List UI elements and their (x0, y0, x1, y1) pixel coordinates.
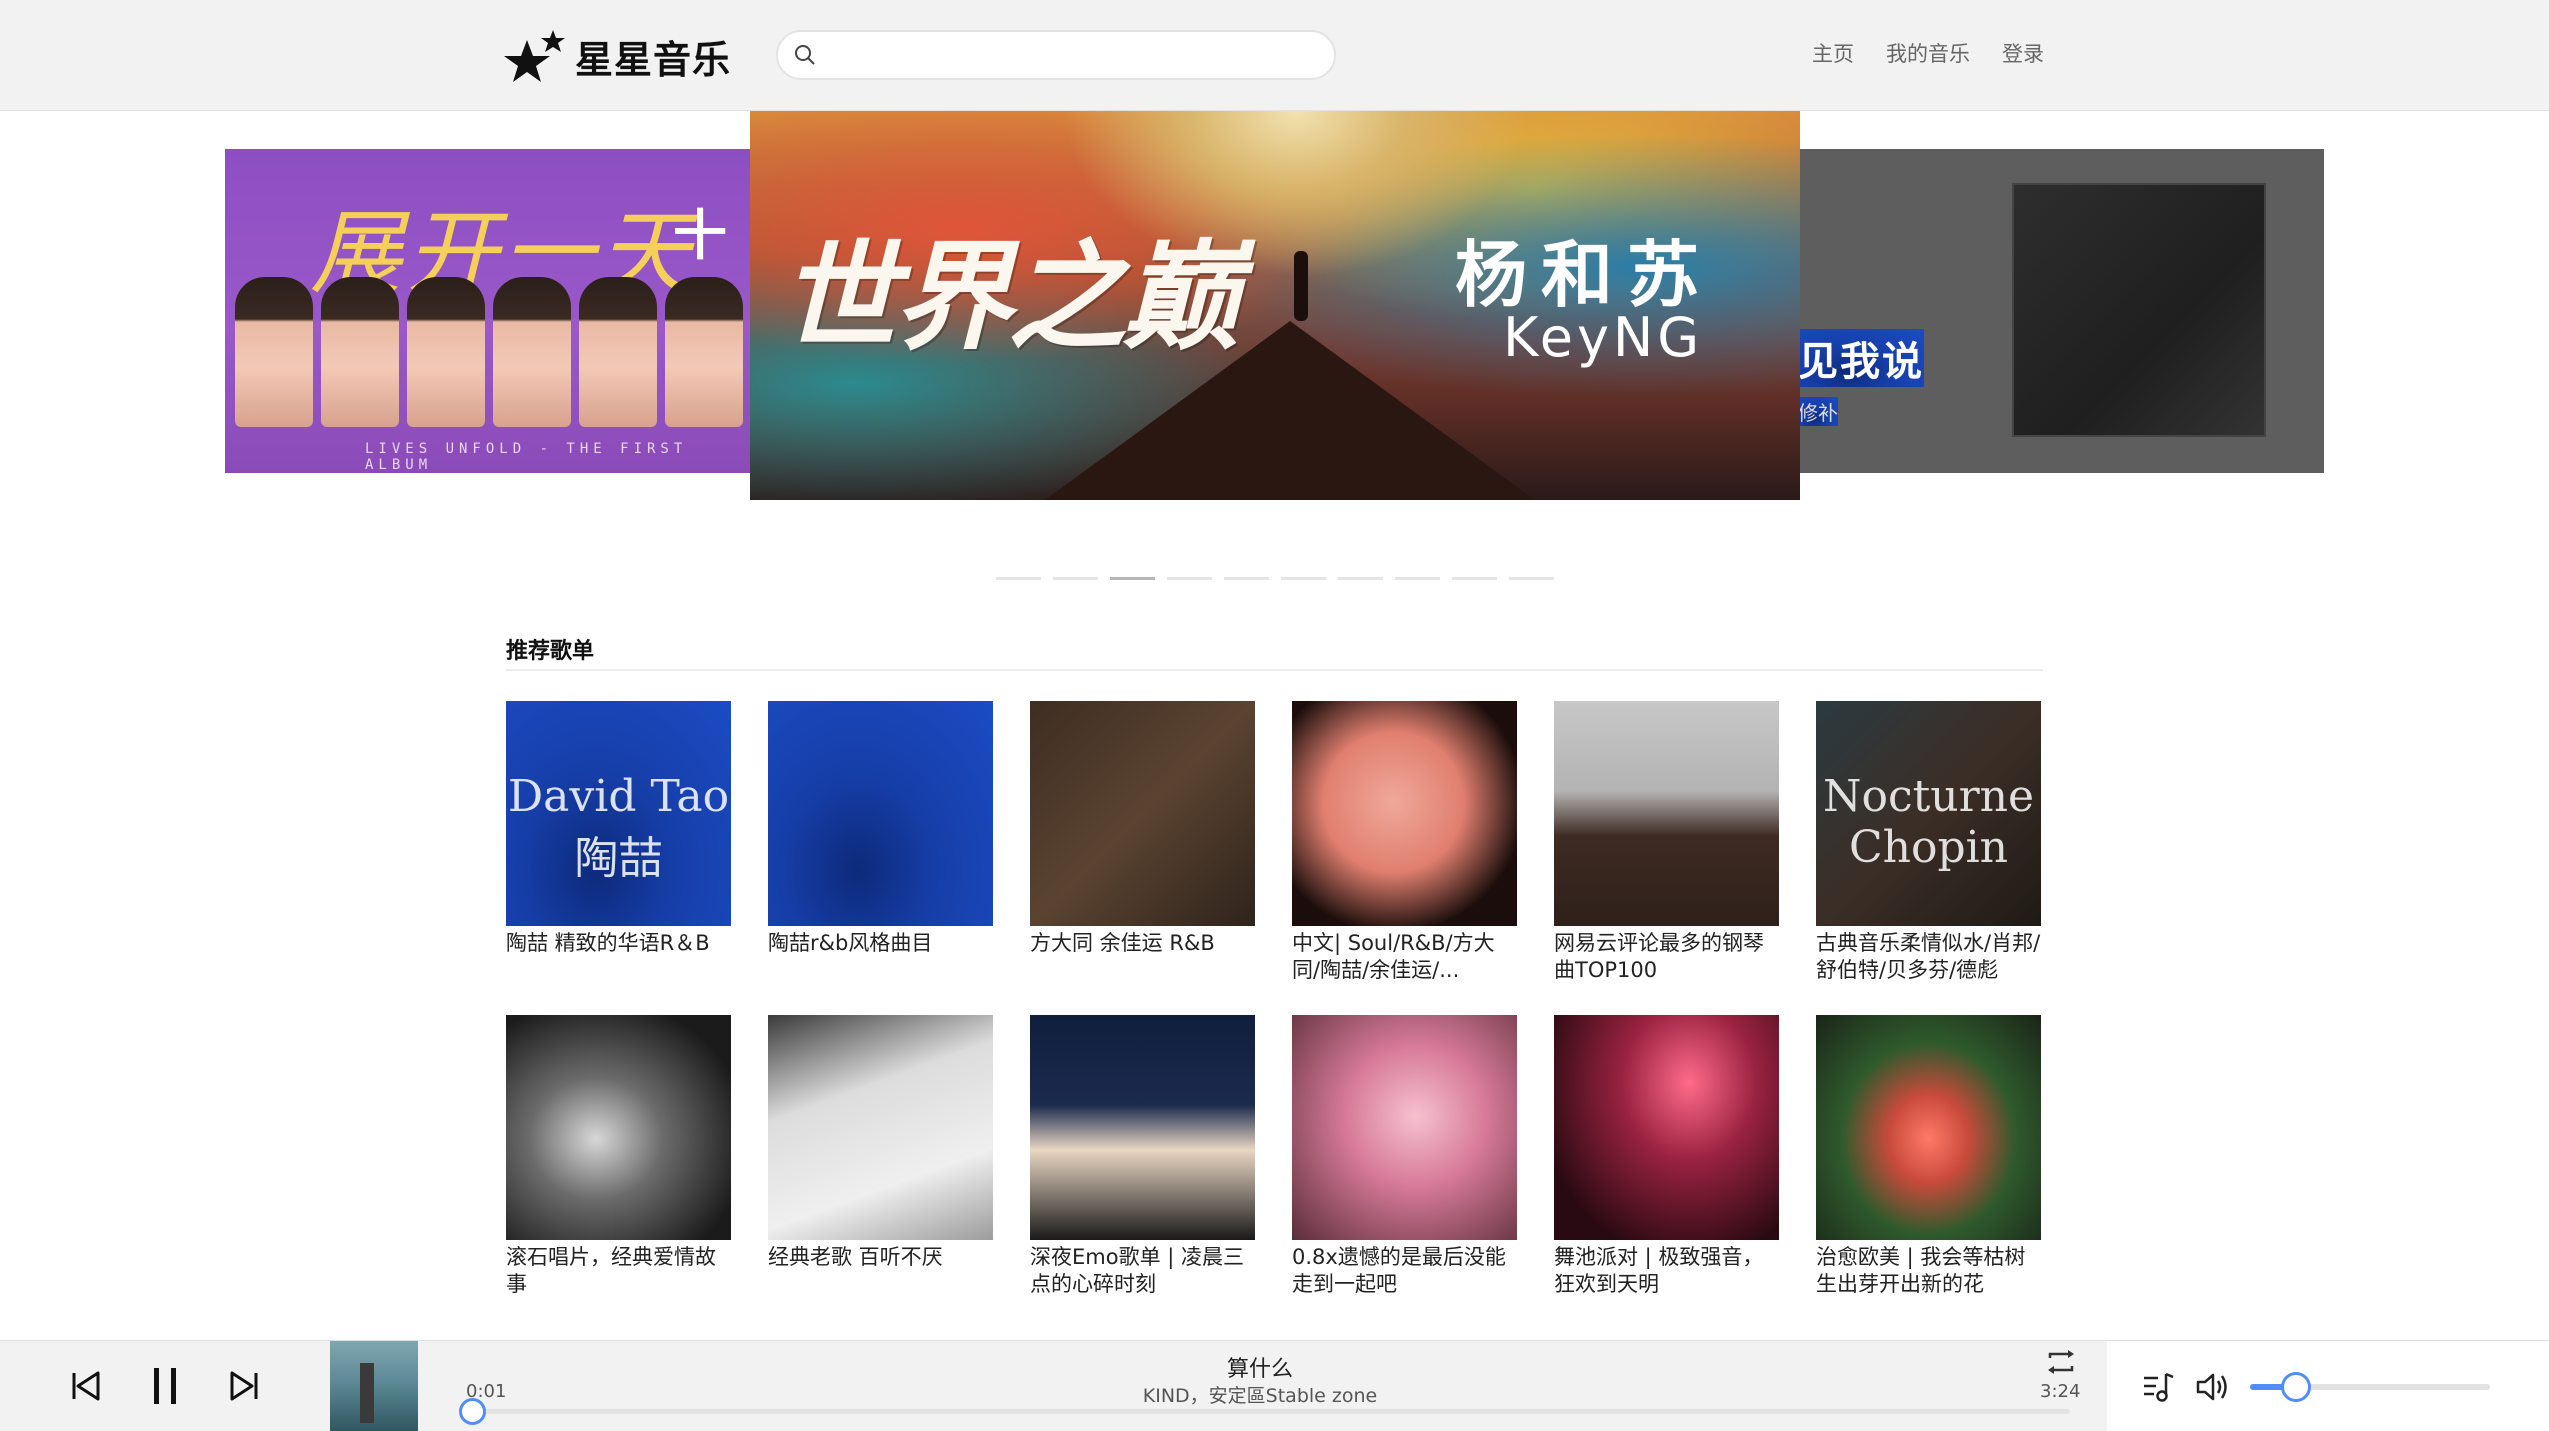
playlist-name[interactable]: 陶喆r&b风格曲目 (768, 930, 993, 957)
nav-login[interactable]: 登录 (2002, 38, 2044, 68)
playlist-grid: David Tao 陶喆 陶喆 精致的华语R＆B 陶喆r&b风格曲目 方大同 余… (506, 701, 2043, 1296)
playlist-cover[interactable]: Nocturne Chopin (1816, 701, 2041, 926)
playlist-queue-icon[interactable] (2142, 1371, 2176, 1403)
progress-knob[interactable] (459, 1398, 486, 1425)
banner-right-cover (2014, 185, 2264, 435)
carousel-dot[interactable] (1224, 577, 1269, 580)
nav-menu: 主页 我的音乐 登录 (1812, 38, 2044, 68)
logo[interactable]: 星星音乐 (503, 26, 731, 86)
carousel-dots (996, 577, 1554, 580)
carousel-dot[interactable] (1509, 577, 1554, 580)
playlist-name[interactable]: 方大同 余佳运 R&B (1030, 930, 1255, 957)
playlist-card[interactable]: 治愈欧美 | 我会等枯树生出芽开出新的花 (1816, 1015, 2041, 1296)
search-box[interactable] (776, 30, 1336, 80)
playlist-name[interactable]: 网易云评论最多的钢琴曲TOP100 (1554, 930, 1779, 984)
logo-text: 星星音乐 (575, 37, 732, 82)
song-artist: KIND，安定區Stable zone (1142, 1385, 1378, 1407)
playlist-cover[interactable] (1292, 701, 1517, 926)
playlist-card[interactable]: 网易云评论最多的钢琴曲TOP100 (1554, 701, 1779, 982)
playlist-name[interactable]: 古典音乐柔情似水/肖邦/舒伯特/贝多芬/德彪 (1816, 930, 2041, 984)
carousel-dot[interactable] (1110, 577, 1155, 580)
total-time: 3:24 (2040, 1381, 2081, 1402)
playlist-card[interactable]: David Tao 陶喆 陶喆 精致的华语R＆B (506, 701, 731, 973)
pause-icon (154, 1368, 176, 1404)
now-playing-cover[interactable] (330, 1341, 418, 1431)
playlist-name[interactable]: 0.8x遗憾的是最后没能走到一起吧 (1292, 1244, 1517, 1298)
playlist-name[interactable]: 中文| Soul/R&B/方大同/陶喆/余佳运/... (1292, 930, 1517, 984)
playlist-name[interactable]: 经典老歌 百听不厌 (768, 1244, 993, 1271)
playlist-cover[interactable] (1030, 701, 1255, 926)
carousel-dot[interactable] (1452, 577, 1497, 580)
carousel-dot[interactable] (1281, 577, 1326, 580)
volume-icon[interactable] (2195, 1370, 2231, 1404)
playlist-cover[interactable] (1030, 1015, 1255, 1240)
playlist-name[interactable]: 陶喆 精致的华语R＆B (506, 930, 731, 957)
playlist-card[interactable]: 舞池派对 | 极致强音，狂欢到天明 (1554, 1015, 1779, 1296)
banner-center-title: 世界之巅 (780, 227, 1240, 366)
star-logo-icon (504, 30, 565, 82)
nav-my-music[interactable]: 我的音乐 (1886, 38, 1970, 68)
playlist-cover[interactable] (1816, 1015, 2041, 1240)
banner-right-title: 见我说 (1798, 329, 1924, 387)
playlist-cover[interactable] (1292, 1015, 1517, 1240)
carousel-dot[interactable] (1395, 577, 1440, 580)
carousel-dot[interactable] (1053, 577, 1098, 580)
playlist-name[interactable]: 治愈欧美 | 我会等枯树生出芽开出新的花 (1816, 1244, 2041, 1298)
skip-previous-icon (72, 1371, 100, 1401)
playlist-cover[interactable] (768, 701, 993, 926)
carousel-dot[interactable] (996, 577, 1041, 580)
player-bar: 0:01 算什么 KIND，安定區Stable zone 3:24 (0, 1340, 2549, 1431)
face-image (579, 277, 657, 427)
banner-figure (1294, 251, 1308, 321)
banner-left-subtitle: LIVES UNFOLD - THE FIRST ALBUM (365, 441, 688, 473)
repeat-icon[interactable] (2043, 1344, 2079, 1380)
playlist-card[interactable]: 滚石唱片，经典爱情故事 (506, 1015, 731, 1296)
playlist-cover[interactable] (1554, 701, 1779, 926)
playlist-card[interactable]: Nocturne Chopin 古典音乐柔情似水/肖邦/舒伯特/贝多芬/德彪 (1816, 701, 2041, 982)
progress-bar[interactable] (472, 1409, 2070, 1414)
playlist-card[interactable]: 中文| Soul/R&B/方大同/陶喆/余佳运/... (1292, 701, 1517, 982)
playlist-cover[interactable] (1554, 1015, 1779, 1240)
carousel-dot[interactable] (1167, 577, 1212, 580)
playlist-name[interactable]: 滚石唱片，经典爱情故事 (506, 1244, 731, 1298)
playlist-card[interactable]: 深夜Emo歌单 | 凌晨三点的心碎时刻 (1030, 1015, 1255, 1296)
cover-text: Nocturne Chopin (1822, 771, 2035, 873)
carousel-slide-active[interactable]: 世界之巅 杨和苏 KeyNG (750, 111, 1800, 500)
face-image (321, 277, 399, 427)
banner-left-faces (225, 277, 750, 427)
section-title: 推荐歌单 (506, 639, 595, 664)
carousel-dot[interactable] (1338, 577, 1383, 580)
face-image (493, 277, 571, 427)
cover-tower-shape (360, 1363, 374, 1423)
search-icon (795, 45, 815, 65)
top-header: 星星音乐 主页 我的音乐 登录 (0, 0, 2549, 111)
playlist-card[interactable]: 经典老歌 百听不厌 (768, 1015, 993, 1287)
playlist-cover[interactable]: David Tao 陶喆 (506, 701, 731, 926)
playlist-card[interactable]: 陶喆r&b风格曲目 (768, 701, 993, 973)
playlist-card[interactable]: 0.8x遗憾的是最后没能走到一起吧 (1292, 1015, 1517, 1296)
playlist-name[interactable]: 深夜Emo歌单 | 凌晨三点的心碎时刻 (1030, 1244, 1255, 1298)
previous-button[interactable] (60, 1361, 110, 1411)
banner-center-artist-en: KeyNG (1503, 306, 1704, 369)
volume-knob[interactable] (2281, 1372, 2311, 1402)
banner-right-subtitle: 修补 (1798, 397, 1838, 426)
cover-text: David Tao 陶喆 (507, 771, 730, 884)
next-button[interactable] (220, 1361, 270, 1411)
section-divider (506, 669, 2043, 671)
carousel-slide-left[interactable]: 展开一天 十个 LIVES UNFOLD - THE FIRST ALBUM (225, 149, 750, 473)
song-title: 算什么 (1226, 1357, 1293, 1382)
carousel-slide-right[interactable]: 见我说 修补 (1798, 149, 2324, 473)
face-image (665, 277, 743, 427)
search-input[interactable] (826, 42, 1306, 68)
nav-home[interactable]: 主页 (1812, 38, 1854, 68)
pause-button[interactable] (140, 1361, 190, 1411)
skip-next-icon (230, 1371, 258, 1401)
playlist-card[interactable]: 方大同 余佳运 R&B (1030, 701, 1255, 973)
face-image (235, 277, 313, 427)
playlist-name[interactable]: 舞池派对 | 极致强音，狂欢到天明 (1554, 1244, 1779, 1298)
face-image (407, 277, 485, 427)
playlist-cover[interactable] (506, 1015, 731, 1240)
playlist-cover[interactable] (768, 1015, 993, 1240)
